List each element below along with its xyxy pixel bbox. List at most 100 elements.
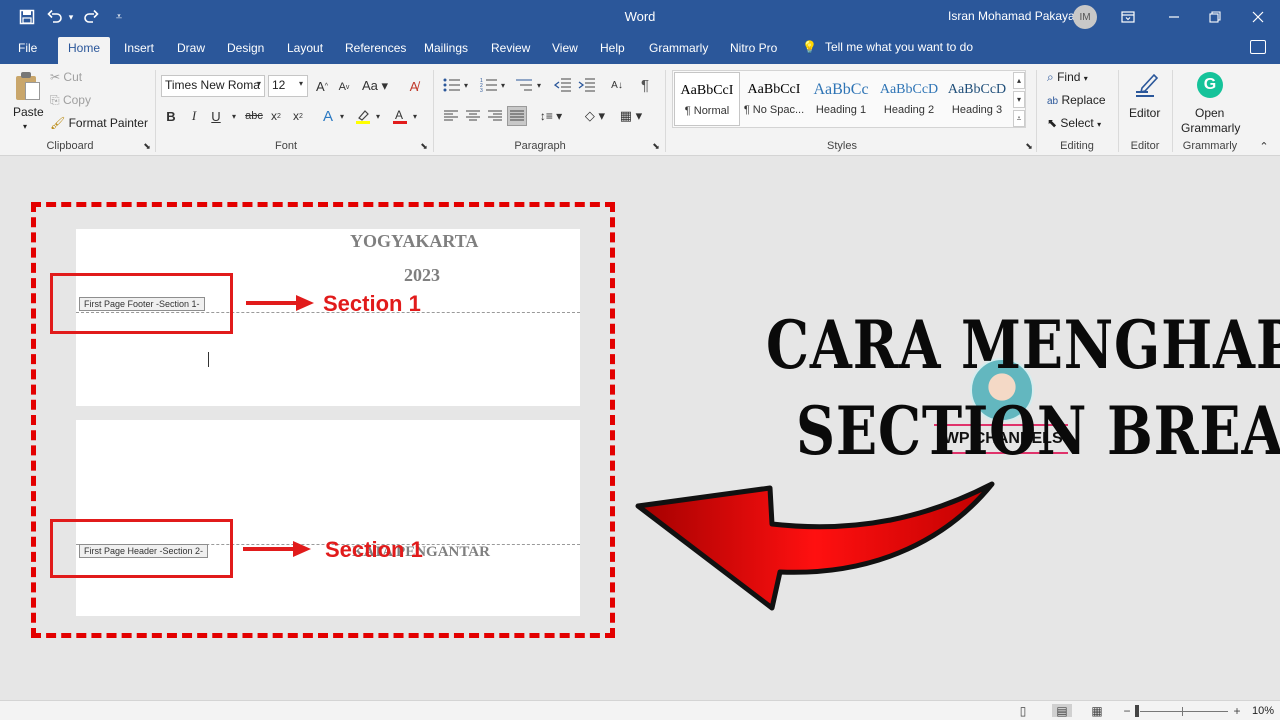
- numbering-dropdown-icon[interactable]: ▾: [499, 79, 507, 91]
- style-heading-3[interactable]: AaBbCcD Heading 3: [944, 72, 1010, 126]
- font-color-icon[interactable]: A: [391, 107, 409, 125]
- show-formatting-marks-icon[interactable]: ¶: [637, 76, 653, 94]
- strikethrough-icon[interactable]: abc: [244, 107, 264, 125]
- text-effects-dropdown-icon[interactable]: ▾: [338, 109, 346, 123]
- multilevel-dropdown-icon[interactable]: ▾: [535, 79, 543, 91]
- decrease-indent-icon[interactable]: [553, 76, 573, 94]
- italic-icon[interactable]: I: [187, 107, 201, 125]
- style-no-spacing[interactable]: AaBbCcI ¶ No Spac...: [741, 72, 807, 126]
- line-spacing-icon[interactable]: ↕≡ ▾: [538, 107, 564, 125]
- tab-design[interactable]: Design: [227, 41, 264, 55]
- bullets-icon[interactable]: [441, 76, 463, 94]
- cut-label: Cut: [63, 70, 83, 84]
- bold-icon[interactable]: B: [164, 107, 178, 125]
- comments-icon[interactable]: [1250, 40, 1266, 54]
- web-layout-icon[interactable]: ▦: [1090, 704, 1104, 718]
- tell-me-search[interactable]: 💡 Tell me what you want to do: [802, 40, 973, 54]
- headline-line-1: CARA MENGHAPUS: [766, 306, 1280, 384]
- tab-insert[interactable]: Insert: [124, 41, 154, 55]
- select-button[interactable]: ⬉ Select ▾: [1047, 116, 1101, 130]
- font-size-dropdown-icon[interactable]: ▾: [296, 79, 306, 88]
- replace-button[interactable]: ab Replace: [1047, 93, 1106, 107]
- sort-icon[interactable]: A↓: [607, 76, 627, 94]
- tab-references[interactable]: References: [345, 41, 406, 55]
- styles-scroll-up-icon[interactable]: ▴: [1013, 72, 1025, 89]
- save-icon[interactable]: [16, 0, 38, 34]
- tab-view[interactable]: View: [552, 41, 578, 55]
- open-grammarly-button[interactable]: G Open Grammarly: [1178, 70, 1242, 136]
- styles-scroll-down-icon[interactable]: ▾: [1013, 91, 1025, 108]
- numbering-icon[interactable]: 123: [478, 76, 500, 94]
- underline-dropdown-icon[interactable]: ▾: [230, 109, 238, 123]
- shrink-font-icon[interactable]: Av: [336, 78, 352, 96]
- style-heading-2[interactable]: AaBbCcD Heading 2: [876, 72, 942, 126]
- customize-qat-icon[interactable]: ⩡: [110, 0, 128, 34]
- bullets-dropdown-icon[interactable]: ▾: [462, 79, 470, 91]
- scissors-icon: ✂: [50, 70, 61, 84]
- find-label: Find: [1057, 70, 1081, 84]
- paste-button[interactable]: Paste ▾: [10, 70, 46, 132]
- font-launcher-icon[interactable]: ⬊: [419, 141, 429, 152]
- tab-file[interactable]: File: [18, 41, 37, 55]
- tab-grammarly[interactable]: Grammarly: [649, 41, 708, 55]
- subscript-icon[interactable]: x2: [268, 107, 284, 125]
- font-family-dropdown-icon[interactable]: ▾: [254, 79, 264, 88]
- change-case-icon[interactable]: Aa ▾: [361, 77, 389, 95]
- zoom-level[interactable]: 10%: [1252, 705, 1274, 717]
- underline-icon[interactable]: U: [209, 107, 223, 125]
- paragraph-launcher-icon[interactable]: ⬊: [651, 141, 661, 152]
- align-right-icon[interactable]: [486, 107, 504, 125]
- select-label: Select: [1060, 116, 1094, 130]
- avatar[interactable]: IM: [1073, 5, 1097, 29]
- print-layout-icon[interactable]: ▤: [1052, 704, 1072, 718]
- find-button[interactable]: ⌕ Find ▾: [1047, 70, 1088, 85]
- tab-mailings[interactable]: Mailings: [424, 41, 468, 55]
- styles-launcher-icon[interactable]: ⬊: [1024, 141, 1034, 152]
- styles-more-icon[interactable]: ⩡: [1013, 110, 1025, 127]
- undo-dropdown-icon[interactable]: ▾: [66, 0, 76, 34]
- tab-layout[interactable]: Layout: [287, 41, 323, 55]
- ribbon-display-options-icon[interactable]: [1105, 0, 1151, 34]
- format-painter-button[interactable]: 🖌 Format Painter: [50, 116, 148, 130]
- clear-formatting-icon[interactable]: A̸: [405, 77, 423, 95]
- minimize-icon[interactable]: [1151, 0, 1197, 34]
- tab-review[interactable]: Review: [491, 41, 530, 55]
- close-icon[interactable]: [1235, 0, 1280, 34]
- grow-font-icon[interactable]: A ^: [313, 77, 331, 95]
- grammarly-label-line2: Grammarly: [1181, 121, 1241, 135]
- cut-button[interactable]: ✂ Cut: [50, 70, 82, 84]
- undo-icon[interactable]: [44, 0, 66, 34]
- redo-icon[interactable]: [80, 0, 102, 34]
- tab-draw[interactable]: Draw: [177, 41, 205, 55]
- increase-indent-icon[interactable]: [577, 76, 597, 94]
- highlight-dropdown-icon[interactable]: ▾: [374, 109, 382, 123]
- copy-button[interactable]: ⎘ Copy: [50, 93, 91, 108]
- font-color-dropdown-icon[interactable]: ▾: [411, 109, 419, 123]
- paste-dropdown-icon[interactable]: ▾: [23, 122, 27, 131]
- zoom-out-icon[interactable]: −: [1120, 704, 1134, 718]
- clipboard-launcher-icon[interactable]: ⬊: [142, 141, 152, 152]
- collapse-ribbon-icon[interactable]: ⌃: [1256, 140, 1272, 153]
- superscript-icon[interactable]: x2: [290, 107, 306, 125]
- user-name[interactable]: Isran Mohamad Pakaya: [948, 9, 1075, 23]
- font-family-select[interactable]: Times New Roma: [161, 75, 265, 97]
- justify-icon[interactable]: [507, 106, 527, 126]
- text-effects-icon[interactable]: A: [319, 107, 337, 125]
- restore-icon[interactable]: [1192, 0, 1238, 34]
- align-left-icon[interactable]: [442, 107, 460, 125]
- style-heading-1[interactable]: AaBbCc Heading 1: [808, 72, 874, 126]
- zoom-slider-thumb[interactable]: [1135, 705, 1139, 717]
- tab-nitro-pro[interactable]: Nitro Pro: [730, 41, 777, 55]
- shading-icon[interactable]: ◇ ▾: [580, 107, 610, 125]
- borders-icon[interactable]: ▦ ▾: [616, 107, 646, 125]
- tab-help[interactable]: Help: [600, 41, 625, 55]
- tab-home[interactable]: Home: [58, 37, 111, 64]
- multilevel-list-icon[interactable]: [513, 76, 535, 94]
- read-mode-icon[interactable]: ▯: [1016, 704, 1030, 718]
- highlight-icon[interactable]: [354, 107, 372, 125]
- align-center-icon[interactable]: [464, 107, 482, 125]
- style-normal[interactable]: AaBbCcI ¶ Normal: [674, 72, 740, 126]
- zoom-in-icon[interactable]: +: [1230, 704, 1244, 718]
- zoom-slider[interactable]: [1140, 711, 1228, 712]
- editor-button[interactable]: Editor: [1124, 70, 1166, 130]
